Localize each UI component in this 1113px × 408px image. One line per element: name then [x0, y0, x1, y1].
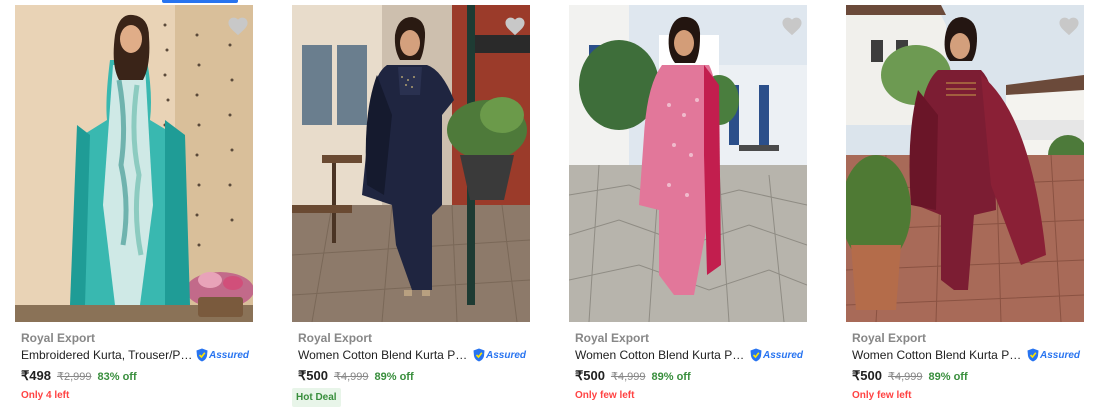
product-brand: Royal Export — [852, 331, 927, 345]
active-tab-indicator — [162, 0, 238, 3]
assured-badge: Assured — [1027, 348, 1080, 362]
selling-price: ₹500 — [298, 368, 328, 383]
assured-shield-icon — [750, 348, 762, 362]
original-price: ₹4,999 — [333, 371, 369, 383]
discount-percent: 83% off — [97, 371, 137, 383]
wishlist-heart-icon[interactable] — [227, 16, 249, 36]
stock-status: Only 4 left — [21, 390, 70, 401]
assured-label: Assured — [486, 349, 527, 361]
product-title-row[interactable]: Embroidered Kurta, Trouser/Pant... Assur… — [21, 347, 249, 363]
assured-badge: Assured — [473, 348, 526, 362]
assured-shield-icon — [473, 348, 485, 362]
product-card[interactable]: Royal Export Women Cotton Blend Kurta Pa… — [292, 5, 530, 407]
original-price: ₹4,999 — [610, 371, 646, 383]
selling-price: ₹500 — [852, 368, 882, 383]
product-title-row[interactable]: Women Cotton Blend Kurta Pant ... Assure… — [575, 347, 803, 363]
product-image[interactable] — [292, 5, 530, 322]
original-price: ₹2,999 — [56, 371, 92, 383]
discount-percent: 89% off — [928, 371, 968, 383]
selling-price: ₹498 — [21, 368, 51, 383]
product-title-row[interactable]: Women Cotton Blend Kurta Pant ... Assure… — [298, 347, 526, 363]
price-row: ₹498 ₹2,999 83% off — [21, 368, 137, 384]
discount-percent: 89% off — [374, 371, 414, 383]
product-image[interactable] — [15, 5, 253, 322]
selling-price: ₹500 — [575, 368, 605, 383]
assured-shield-icon — [196, 348, 208, 362]
product-title[interactable]: Women Cotton Blend Kurta Pant ... — [852, 348, 1027, 362]
product-image[interactable] — [569, 5, 807, 322]
product-title[interactable]: Women Cotton Blend Kurta Pant ... — [575, 348, 750, 362]
wishlist-heart-icon[interactable] — [781, 16, 803, 36]
price-row: ₹500 ₹4,999 89% off — [852, 368, 968, 384]
product-brand: Royal Export — [298, 331, 373, 345]
product-card[interactable]: Royal Export Women Cotton Blend Kurta Pa… — [846, 5, 1084, 405]
wishlist-heart-icon[interactable] — [504, 16, 526, 36]
assured-badge: Assured — [750, 348, 803, 362]
product-brand: Royal Export — [21, 331, 96, 345]
assured-badge: Assured — [196, 348, 249, 362]
hot-deal-badge: Hot Deal — [292, 388, 341, 407]
product-card[interactable]: Royal Export Embroidered Kurta, Trouser/… — [15, 5, 253, 405]
assured-shield-icon — [1027, 348, 1039, 362]
product-title-row[interactable]: Women Cotton Blend Kurta Pant ... Assure… — [852, 347, 1080, 363]
price-row: ₹500 ₹4,999 89% off — [575, 368, 691, 384]
assured-label: Assured — [763, 349, 804, 361]
product-title[interactable]: Women Cotton Blend Kurta Pant ... — [298, 348, 473, 362]
product-brand: Royal Export — [575, 331, 650, 345]
product-grid: Royal Export Embroidered Kurta, Trouser/… — [0, 0, 1113, 408]
discount-percent: 89% off — [651, 371, 691, 383]
product-title[interactable]: Embroidered Kurta, Trouser/Pant... — [21, 348, 196, 362]
wishlist-heart-icon[interactable] — [1058, 16, 1080, 36]
assured-label: Assured — [1040, 349, 1081, 361]
price-row: ₹500 ₹4,999 89% off — [298, 368, 414, 384]
stock-status: Only few left — [852, 390, 912, 401]
product-image[interactable] — [846, 5, 1084, 322]
product-card[interactable]: Royal Export Women Cotton Blend Kurta Pa… — [569, 5, 807, 405]
assured-label: Assured — [209, 349, 250, 361]
stock-status: Only few left — [575, 390, 635, 401]
original-price: ₹4,999 — [887, 371, 923, 383]
